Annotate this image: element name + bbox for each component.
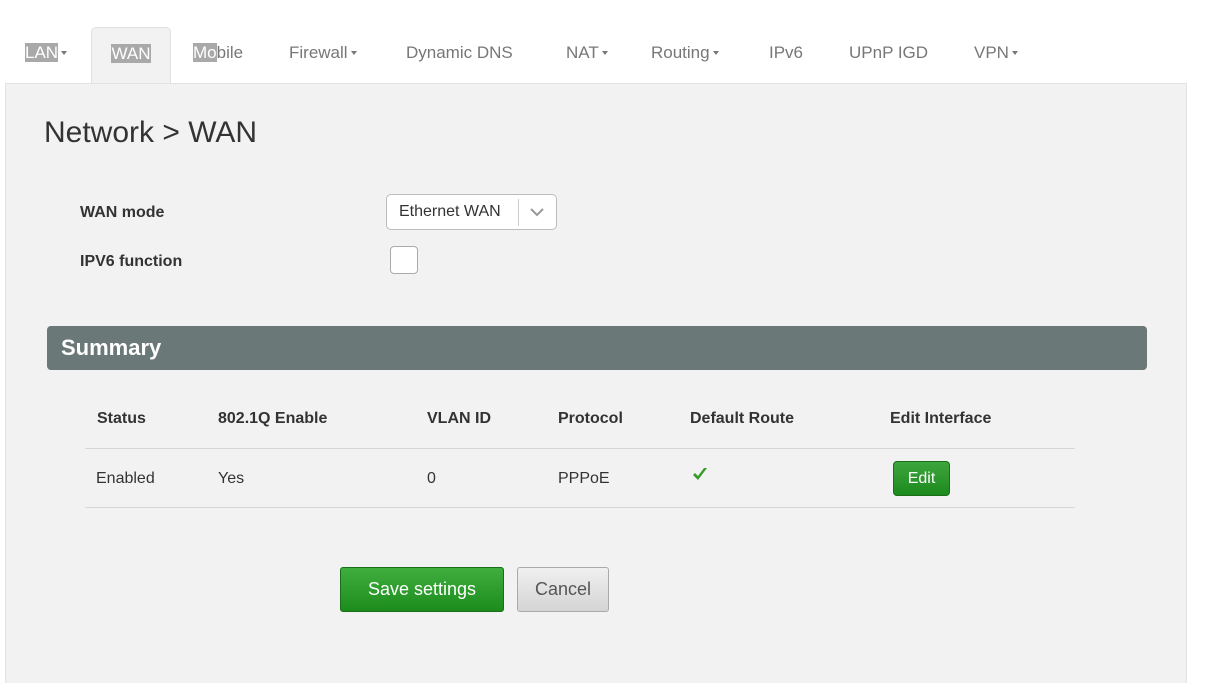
cell-vlan-id: 0 [427,470,436,487]
cancel-button[interactable]: Cancel [517,567,609,612]
check-icon [693,468,707,480]
column-header-default-route: Default Route [690,410,794,427]
tab-routing[interactable]: Routing [651,27,719,84]
column-header-8021q-enable: 802.1Q Enable [218,410,328,427]
tab-lan[interactable]: LAN [25,27,68,84]
tab-upnp-igd-label: UPnP IGD [849,43,929,62]
main-panel: Network > WAN WAN mode Ethernet WAN IPV6… [5,83,1187,683]
tab-dynamic-dns-label: Dynamic DNS [406,43,513,62]
wan-mode-label: WAN mode [80,204,165,221]
caret-down-icon [350,50,357,55]
column-header-protocol: Protocol [558,410,623,427]
tab-mobile-label-rest: bile [216,43,244,62]
tab-lan-label: LAN [25,43,59,62]
save-settings-button[interactable]: Save settings [340,567,504,612]
tab-ipv6[interactable]: IPv6 [769,27,803,84]
tab-nat[interactable]: NAT [566,27,608,84]
ipv6-function-checkbox[interactable] [390,246,418,274]
tab-firewall[interactable]: Firewall [289,27,357,84]
caret-down-icon [61,50,68,55]
tab-wan[interactable]: WAN [91,27,171,84]
wan-mode-value: Ethernet WAN [399,203,501,220]
tab-ipv6-label: IPv6 [769,43,804,62]
cell-status: Enabled [96,470,155,487]
column-header-status: Status [97,410,146,427]
summary-title: Summary [61,335,162,360]
top-nav-tabs: LAN WAN Mobile Firewall Dynamic DNS NAT … [0,0,1227,84]
caret-down-icon [1011,50,1018,55]
column-header-vlan-id: VLAN ID [427,410,491,427]
tab-firewall-label: Firewall [289,43,348,62]
tab-upnp-igd[interactable]: UPnP IGD [849,27,928,84]
column-header-edit-interface: Edit Interface [890,410,992,427]
tab-nat-label: NAT [566,43,599,62]
caret-down-icon [712,50,719,55]
tab-mobile[interactable]: Mobile [193,27,243,84]
page-title: Network > WAN [44,116,258,149]
cell-protocol: PPPoE [558,470,610,487]
table-divider [85,507,1075,508]
select-divider [518,199,519,226]
table-divider [85,448,1075,449]
edit-interface-button[interactable]: Edit [893,461,950,496]
chevron-down-icon [530,208,544,217]
tab-mobile-label-highlight: Mo [193,43,217,62]
tab-vpn-label: VPN [974,43,1009,62]
summary-header: Summary [47,326,1147,370]
tab-routing-label: Routing [651,43,710,62]
caret-down-icon [601,50,608,55]
wan-mode-select[interactable]: Ethernet WAN [386,194,557,230]
cell-8021q-enable: Yes [218,470,245,487]
tab-dynamic-dns[interactable]: Dynamic DNS [406,27,513,84]
tab-wan-label: WAN [111,44,151,63]
ipv6-function-label: IPV6 function [80,253,183,270]
tab-vpn[interactable]: VPN [974,27,1018,84]
